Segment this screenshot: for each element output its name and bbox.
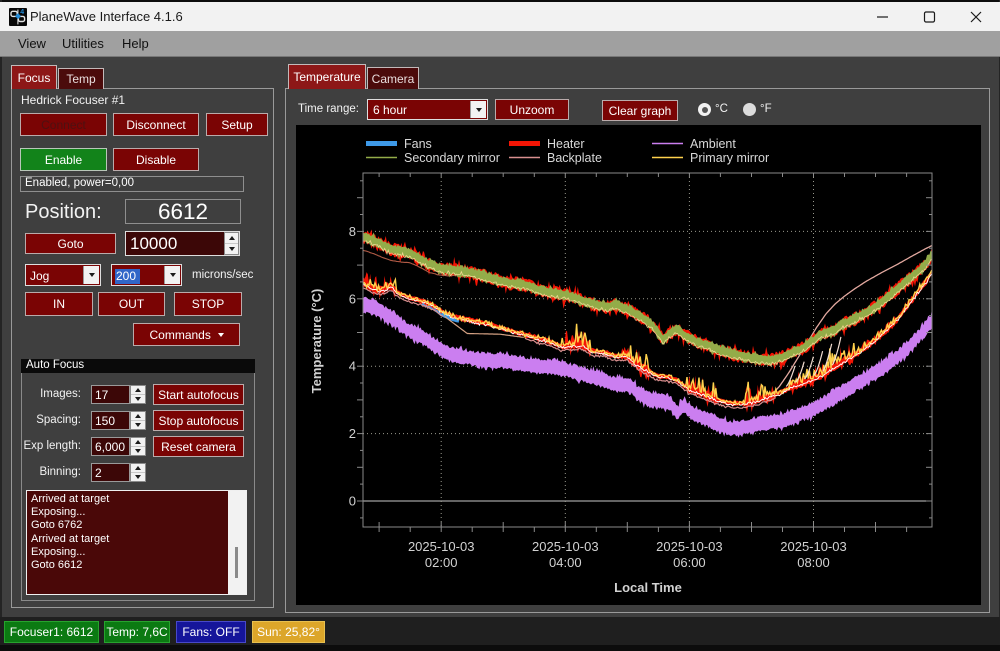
svg-text:04:00: 04:00 [549,555,582,570]
svg-text:Temperature (°C): Temperature (°C) [309,289,324,394]
svg-text:2: 2 [349,426,356,441]
svg-text:2025-10-03: 2025-10-03 [532,539,599,554]
svg-text:4: 4 [349,359,356,374]
svg-text:6: 6 [349,291,356,306]
svg-text:Ambient: Ambient [690,137,736,151]
svg-text:2025-10-03: 2025-10-03 [780,539,847,554]
svg-text:0: 0 [349,494,356,509]
svg-text:4: 4 [20,9,24,16]
svg-text:2025-10-03: 2025-10-03 [408,539,475,554]
svg-text:Fans: Fans [404,137,432,151]
svg-text:02:00: 02:00 [425,555,458,570]
svg-text:Heater: Heater [547,137,585,151]
svg-text:Backplate: Backplate [547,151,602,165]
svg-text:8: 8 [349,224,356,239]
svg-text:2025-10-03: 2025-10-03 [656,539,723,554]
svg-text:Secondary mirror: Secondary mirror [404,151,500,165]
svg-text:Primary mirror: Primary mirror [690,151,769,165]
svg-text:06:00: 06:00 [673,555,706,570]
svg-text:Local Time: Local Time [614,580,682,595]
svg-text:08:00: 08:00 [797,555,830,570]
